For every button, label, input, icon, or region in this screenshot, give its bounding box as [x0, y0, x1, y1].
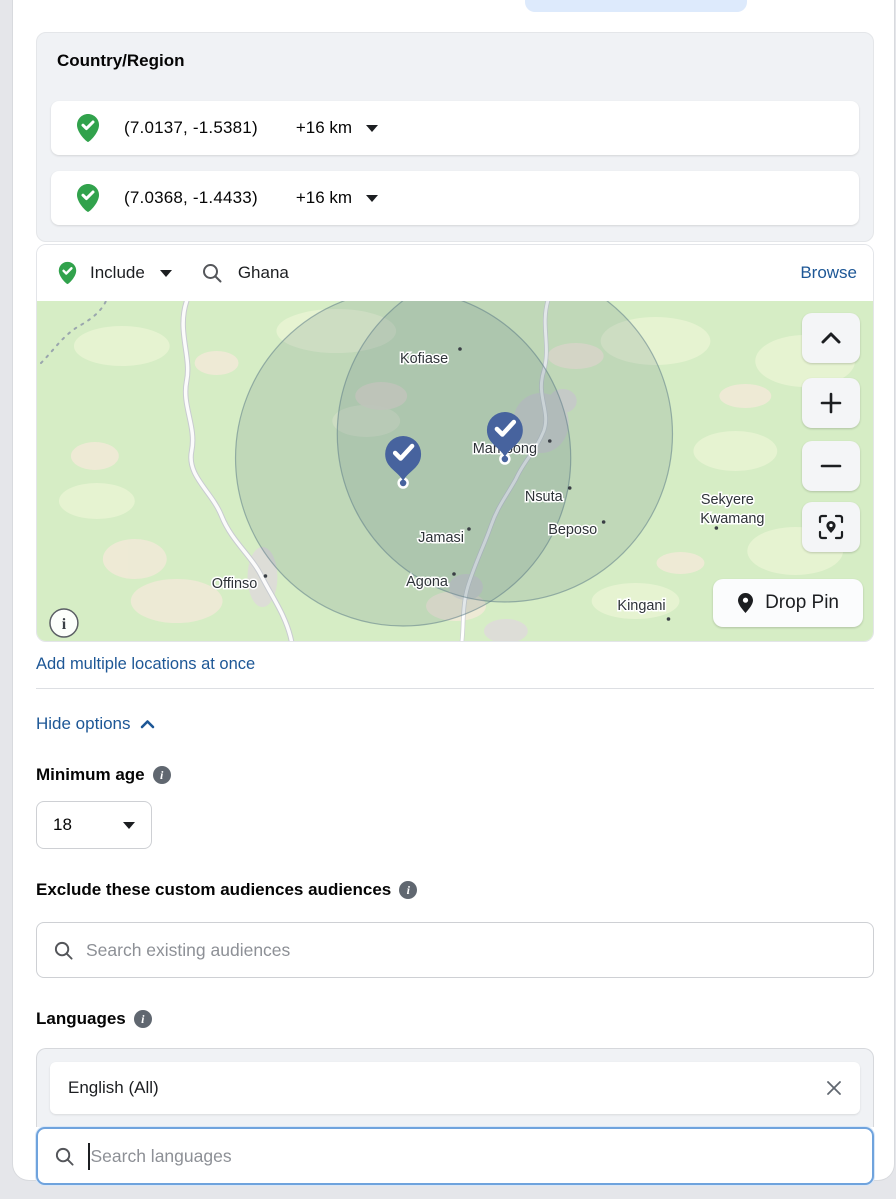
- include-mode-selector[interactable]: Include: [90, 263, 145, 283]
- minimum-age-value: 18: [53, 815, 72, 835]
- language-token-label: English (All): [68, 1078, 159, 1098]
- audience-search-input[interactable]: [86, 940, 857, 961]
- cutoff-tooltip: [525, 0, 747, 12]
- location-coordinates: (7.0137, -1.5381): [124, 118, 258, 138]
- search-icon: [201, 262, 223, 284]
- languages-heading: Languages i: [36, 1009, 874, 1029]
- location-radius: +16 km: [296, 118, 352, 138]
- map-label: Offinso: [212, 576, 258, 592]
- drop-pin-label: Drop Pin: [765, 592, 839, 614]
- svg-text:i: i: [62, 616, 67, 633]
- drop-pin-button[interactable]: Drop Pin: [713, 579, 863, 627]
- plus-icon: [820, 392, 842, 414]
- hide-options-row[interactable]: Hide options: [36, 714, 874, 734]
- map-label: Kofiase: [400, 351, 448, 367]
- close-icon: [824, 1078, 844, 1098]
- info-icon[interactable]: i: [153, 766, 171, 784]
- info-icon[interactable]: i: [399, 881, 417, 899]
- minus-icon: [820, 455, 842, 477]
- minimum-age-select[interactable]: 18: [36, 801, 152, 849]
- pin-focus-icon: [818, 514, 844, 540]
- text-cursor: [88, 1143, 90, 1170]
- search-icon: [54, 1146, 75, 1167]
- country-region-title: Country/Region: [51, 49, 859, 85]
- location-coordinates: (7.0368, -1.4433): [124, 188, 258, 208]
- map-label: Sekyere: [701, 492, 754, 508]
- audience-search-box[interactable]: [36, 922, 874, 978]
- search-icon: [53, 940, 74, 961]
- location-row[interactable]: (7.0368, -1.4433) +16 km: [51, 171, 859, 225]
- age-dropdown-caret-icon: [123, 822, 135, 829]
- language-search-input[interactable]: [91, 1146, 857, 1167]
- map-zoom-out-button[interactable]: [802, 441, 860, 491]
- add-multiple-locations-row: Add multiple locations at once: [36, 642, 874, 689]
- map-label: Kwamang: [700, 511, 764, 527]
- minimum-age-heading: Minimum age i: [36, 765, 874, 785]
- targeting-map[interactable]: Kofiase Mampong Nsuta Beposo Sekyere Kwa…: [37, 301, 873, 641]
- map-label: Beposo: [548, 522, 597, 538]
- selected-languages-box: English (All): [36, 1048, 874, 1127]
- map-zoom-in-button[interactable]: [802, 378, 860, 428]
- location-search-and-map: Include Ghana Browse: [36, 244, 874, 642]
- language-search-box[interactable]: [36, 1127, 874, 1185]
- chevron-up-icon: [820, 331, 842, 345]
- map-recenter-button[interactable]: [802, 502, 860, 552]
- green-location-pin-icon: [76, 113, 100, 143]
- map-label: Kingani: [617, 598, 665, 614]
- map-label: Jamasi: [418, 530, 464, 546]
- add-multiple-locations-link[interactable]: Add multiple locations at once: [36, 655, 255, 673]
- hide-options-link[interactable]: Hide options: [36, 714, 131, 734]
- minimum-age-label: Minimum age: [36, 765, 145, 785]
- map-info-button[interactable]: i: [50, 609, 78, 637]
- ads-targeting-panel: Country/Region (7.0137, -1.5381) +16 km …: [0, 0, 896, 1199]
- exclude-audiences-heading: Exclude these custom audiences audiences…: [36, 880, 874, 900]
- green-location-pin-icon: [58, 261, 77, 285]
- map-collapse-button[interactable]: [802, 313, 860, 363]
- targeting-card: Country/Region (7.0137, -1.5381) +16 km …: [13, 0, 894, 1180]
- languages-label: Languages: [36, 1009, 126, 1029]
- exclude-audiences-label: Exclude these custom audiences audiences: [36, 880, 391, 900]
- black-pin-icon: [737, 592, 754, 614]
- map-label: Nsuta: [525, 489, 564, 505]
- include-dropdown-caret-icon[interactable]: [160, 270, 172, 277]
- browse-link[interactable]: Browse: [800, 263, 857, 283]
- info-icon[interactable]: i: [134, 1010, 152, 1028]
- map-label: Agona: [406, 574, 449, 590]
- radius-dropdown-caret-icon[interactable]: [366, 125, 378, 132]
- green-location-pin-icon: [76, 183, 100, 213]
- chevron-up-icon: [140, 719, 155, 729]
- location-radius: +16 km: [296, 188, 352, 208]
- language-token: English (All): [50, 1062, 860, 1114]
- location-search-input[interactable]: Ghana: [238, 263, 289, 283]
- remove-language-button[interactable]: [824, 1078, 844, 1098]
- include-search-row: Include Ghana Browse: [37, 245, 873, 301]
- radius-dropdown-caret-icon[interactable]: [366, 195, 378, 202]
- location-row[interactable]: (7.0137, -1.5381) +16 km: [51, 101, 859, 155]
- country-region-section: Country/Region (7.0137, -1.5381) +16 km …: [36, 32, 874, 242]
